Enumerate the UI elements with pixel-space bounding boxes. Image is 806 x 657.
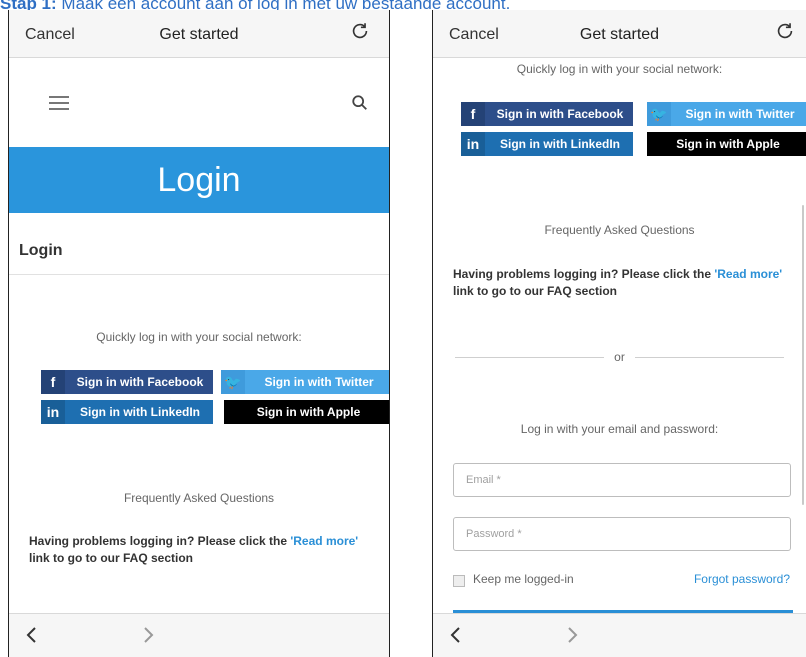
faq-text: Having problems logging in? Please click…: [453, 266, 793, 300]
back-arrow-icon[interactable]: [21, 624, 43, 646]
apple-signin-text: Sign in with Apple: [676, 137, 780, 151]
apple-signin-button[interactable]: Sign in with Apple: [647, 132, 806, 156]
read-more-link[interactable]: 'Read more': [714, 267, 782, 281]
linkedin-signin-button[interactable]: in Sign in with LinkedIn: [41, 400, 213, 424]
email-login-prompt: Log in with your email and password:: [520, 422, 719, 436]
keep-logged-in-label: Keep me logged-in: [473, 572, 574, 586]
facebook-signin-label: Sign in with Facebook: [496, 107, 624, 121]
reload-icon[interactable]: [349, 20, 371, 42]
twitter-signin-button[interactable]: 🐦 Sign in with Twitter: [221, 370, 389, 394]
faq-text: Having problems logging in? Please click…: [29, 533, 369, 567]
bottom-bar: [9, 613, 389, 657]
search-icon[interactable]: [351, 94, 369, 112]
faq-text-part1: Having problems logging in? Please click…: [453, 267, 715, 281]
password-field[interactable]: Password *: [453, 517, 791, 551]
bottom-bar: [433, 613, 806, 657]
twitter-icon: 🐦: [647, 102, 671, 126]
faq-text-part1: Having problems logging in? Please click…: [29, 534, 291, 548]
linkedin-icon: in: [461, 132, 485, 156]
facebook-signin-label: Sign in with Facebook: [76, 375, 204, 389]
linkedin-signin-label: Sign in with LinkedIn: [80, 405, 200, 419]
twitter-signin-label: Sign in with Twitter: [685, 107, 795, 121]
facebook-icon: f: [41, 370, 65, 394]
read-more-link[interactable]: 'Read more': [290, 534, 358, 548]
apple-signin-button[interactable]: Sign in with Apple: [224, 400, 389, 424]
faq-text-part2: link to go to our FAQ section: [453, 284, 617, 298]
email-field[interactable]: Email *: [453, 463, 791, 497]
faq-title: Frequently Asked Questions: [123, 491, 275, 505]
phone-screen-left: Cancel Get started Login Login Quickly l…: [8, 10, 390, 657]
login-subheading: Login: [19, 242, 63, 259]
reload-icon[interactable]: [774, 20, 796, 42]
top-bar: Cancel Get started: [9, 10, 389, 58]
forgot-password-link[interactable]: Forgot password?: [694, 572, 790, 586]
back-arrow-icon[interactable]: [445, 624, 467, 646]
social-prompt: Quickly log in with your social network:: [516, 62, 723, 76]
faq-title: Frequently Asked Questions: [544, 223, 695, 237]
twitter-signin-label: Sign in with Twitter: [264, 375, 374, 389]
facebook-icon: f: [461, 102, 485, 126]
or-text: or: [604, 350, 635, 364]
social-prompt: Quickly log in with your social network:: [96, 330, 302, 344]
linkedin-signin-button[interactable]: in Sign in with LinkedIn: [461, 132, 633, 156]
apple-signin-label: Sign in with Apple: [647, 137, 806, 151]
page-title: Get started: [579, 26, 660, 43]
top-bar: Cancel Get started: [433, 10, 806, 58]
twitter-icon: 🐦: [221, 370, 245, 394]
page-title: Get started: [159, 26, 239, 43]
apple-signin-text: Sign in with Apple: [256, 405, 361, 419]
linkedin-signin-label: Sign in with LinkedIn: [500, 137, 620, 151]
scrollbar[interactable]: [802, 205, 804, 505]
hamburger-icon[interactable]: [49, 96, 69, 110]
forward-arrow-icon[interactable]: [561, 624, 583, 646]
faq-text-part2: link to go to our FAQ section: [29, 551, 193, 565]
apple-signin-label: Sign in with Apple: [224, 405, 389, 419]
login-banner: Login: [9, 147, 389, 213]
divider: [9, 274, 389, 275]
phone-screen-right: Cancel Get started Quickly log in with y…: [432, 10, 806, 657]
facebook-signin-button[interactable]: f Sign in with Facebook: [41, 370, 213, 394]
keep-logged-in-checkbox[interactable]: [453, 575, 465, 587]
linkedin-icon: in: [41, 400, 65, 424]
twitter-signin-button[interactable]: 🐦 Sign in with Twitter: [647, 102, 806, 126]
facebook-signin-button[interactable]: f Sign in with Facebook: [461, 102, 633, 126]
forward-arrow-icon[interactable]: [137, 624, 159, 646]
or-divider: or: [433, 350, 806, 364]
